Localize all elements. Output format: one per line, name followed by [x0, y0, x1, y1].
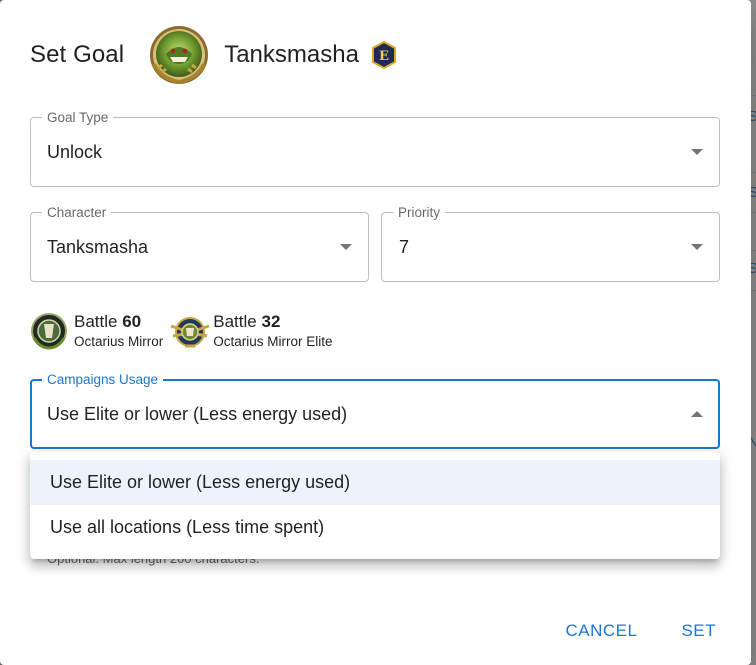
- battle-text: Battle 32 Octarius Mirror Elite: [213, 311, 332, 351]
- battle-location-name: Octarius Mirror Elite: [213, 334, 333, 349]
- character-portrait: [148, 24, 210, 86]
- character-name: Tanksmasha: [224, 41, 359, 68]
- battle-prefix: Battle: [74, 312, 118, 331]
- battle-number-line: Battle 32: [213, 311, 332, 333]
- elite-campaign-icon: [169, 312, 210, 350]
- character-value: Tanksmasha: [47, 236, 149, 257]
- battle-number-line: Battle 60: [74, 311, 163, 333]
- battle-location-name: Octarius Mirror: [74, 334, 164, 349]
- chevron-down-icon: [691, 244, 703, 250]
- battle-prefix: Battle: [213, 312, 257, 331]
- dialog-actions: Cancel Set: [565, 617, 716, 645]
- chevron-up-icon: [691, 411, 703, 417]
- cancel-button[interactable]: Cancel: [565, 617, 637, 645]
- campaigns-usage-menu: Use Elite or lower (Less energy used) Us…: [30, 452, 720, 559]
- menu-item-use-all-locations[interactable]: Use all locations (Less time spent): [30, 505, 720, 550]
- campaigns-usage-select[interactable]: Campaigns Usage Use Elite or lower (Less…: [30, 372, 720, 449]
- character-select[interactable]: Character Tanksmasha: [30, 205, 369, 282]
- rank-badge-letter: E: [379, 49, 389, 64]
- menu-item-use-elite[interactable]: Use Elite or lower (Less energy used): [30, 460, 720, 505]
- chevron-down-icon: [340, 244, 352, 250]
- battle-number: 32: [261, 312, 281, 331]
- battle-text: Battle 60 Octarius Mirror: [74, 311, 163, 351]
- goal-type-value: Unlock: [47, 141, 103, 162]
- chevron-down-icon: [691, 149, 703, 155]
- dialog-title: Set Goal: [30, 41, 125, 68]
- battle-number: 60: [122, 312, 142, 331]
- dialog-title-row: Set Goal Tanksmasha E: [30, 24, 397, 86]
- goal-type-select[interactable]: Goal Type Unlock: [30, 110, 720, 187]
- set-goal-dialog: Set Goal Tanksmasha E Goal Type Unlock C…: [0, 0, 751, 665]
- battle-location-item: Battle 60 Octarius Mirror: [30, 311, 163, 351]
- battle-location-item: Battle 32 Octarius Mirror Elite: [169, 311, 333, 351]
- battle-locations: Battle 60 Octarius Mirror Battle 32 Octa…: [30, 311, 339, 351]
- campaign-icon: [30, 312, 68, 350]
- priority-select[interactable]: Priority 7: [381, 205, 720, 282]
- priority-value: 7: [399, 236, 410, 257]
- campaigns-usage-value: Use Elite or lower (Less energy used): [47, 403, 348, 424]
- set-button[interactable]: Set: [681, 617, 716, 645]
- rank-badge-icon: E: [371, 40, 397, 70]
